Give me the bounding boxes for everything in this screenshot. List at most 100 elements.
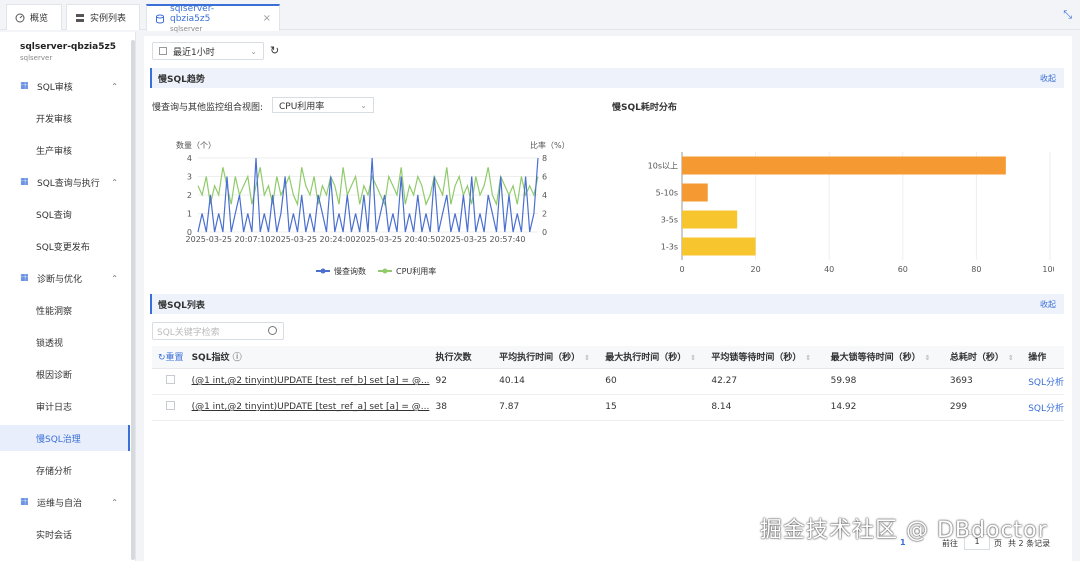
y-right-tick-label: 2 [542,210,547,219]
x-tick-label: 2025-03-25 20:57:40 [441,235,526,244]
tab-instance-detail[interactable]: sqlserver-qbzia5z5 sqlserver × [146,3,280,33]
sidebar-item-audit-log[interactable]: 审计日志 [36,400,72,413]
y-right-tick-label: 6 [542,173,547,182]
sidebar-item-prod-audit[interactable]: 生产审核 [36,144,72,157]
sql-analyze-link[interactable]: SQL分析 [1028,404,1064,414]
top-tab-bar: 概览 实例列表 sqlserver-qbzia5z5 sqlserver × ⤡ [0,0,1080,33]
duration-distribution-chart: 0 20 40 60 80 100 10s以上 5-10s 3-5s 1-3s [648,152,1054,274]
section-title: 慢SQL列表 [158,300,205,311]
watermark-text: 掘金技术社区 @ DBdoctor [760,518,1048,543]
total-time: 299 [943,394,1023,421]
section-title: 慢SQL趋势 [158,74,205,85]
help-icon[interactable]: ⓘ [233,353,242,363]
col-max-lock[interactable]: 最大锁等待时间（秒） ⇕ [824,346,944,369]
combo-view-label: 慢查询与其他监控组合视图: [152,103,264,113]
sidebar-item-live-session[interactable]: 实时会话 [36,528,72,541]
combo-metric-select[interactable]: CPU利用率 ⌄ [272,97,374,113]
close-icon[interactable]: × [263,13,271,24]
col-sql-fingerprint: SQL指纹 ⓘ [185,346,430,369]
col-avg-lock[interactable]: 平均锁等待时间（秒） ⇕ [705,346,825,369]
sql-analyze-link[interactable]: SQL分析 [1028,378,1064,388]
server-list-icon [75,13,85,23]
col-exec-count[interactable]: 执行次数 [429,346,494,369]
grid-icon: ▦ [20,272,29,283]
sidebar-group-sql-audit[interactable]: ▦ SQL审核 ⌃ [20,79,124,93]
col-max-exec[interactable]: 最大执行时间（秒） ⇕ [599,346,706,369]
slow-sql-trend-header: 慢SQL趋势 收起 [150,68,1064,88]
sidebar-item-sql-query[interactable]: SQL查询 [36,208,72,221]
sql-search-input[interactable]: SQL关键字检索 [152,322,284,340]
y-tick-label: 3 [187,173,192,182]
chevron-up-icon: ⌃ [111,273,118,283]
sidebar-item-dev-audit[interactable]: 开发审核 [36,112,72,125]
row-checkbox[interactable] [166,375,175,384]
dashboard-icon [15,13,25,23]
sidebar-scrollbar[interactable] [131,40,135,560]
sidebar-instance-title: sqlserver-qbzia5z5 [20,42,116,52]
sidebar-item-lock-view[interactable]: 锁透视 [36,336,63,349]
x-tick-label: 20 [751,265,761,274]
col-label: 最大执行时间（秒） [605,353,687,364]
tab-instance-list-label: 实例列表 [90,14,127,24]
sql-fingerprint[interactable]: (@1 int,@2 tinyint)UPDATE [test_ref_a] s… [192,402,430,412]
x-tick-label: 40 [824,265,834,274]
search-placeholder: SQL关键字检索 [157,327,220,338]
database-icon [155,14,165,24]
right-axis-title: 比率（%） [530,140,570,150]
sidebar-group-diagnose[interactable]: ▦ 诊断与优化 ⌃ [20,271,124,285]
y-right-tick-label: 4 [542,191,547,200]
category-label: 10s以上 [648,162,678,171]
sidebar-group-sql-query-exec[interactable]: ▦ SQL查询与执行 ⌃ [20,175,124,189]
max-exec-time: 60 [599,368,706,395]
tab-instance-detail-sub: sqlserver [170,24,203,33]
sort-icon[interactable]: ⇕ [690,354,696,362]
x-tick-label: 60 [898,265,908,274]
combo-metric-value: CPU利用率 [279,101,325,112]
sort-icon[interactable]: ⇕ [925,354,931,362]
sidebar-group-ops[interactable]: ▦ 运维与自治 ⌃ [20,495,124,509]
left-axis-title: 数量（个） [176,140,216,150]
chevron-up-icon: ⌃ [111,177,118,187]
max-exec-time: 15 [599,394,706,421]
time-range-value: 最近1小时 [173,47,215,58]
sidebar-item-slow-sql[interactable]: 慢SQL治理 [36,432,81,445]
table-header-row: ↻重置 SQL指纹 ⓘ 执行次数 平均执行时间（秒） ⇕ 最大执行时间（秒） ⇕ 平… [152,346,1064,369]
category-label: 5-10s [656,189,678,198]
collapse-link[interactable]: 收起 [1040,73,1056,84]
row-checkbox[interactable] [166,401,175,410]
collapse-link[interactable]: 收起 [1040,299,1056,310]
y-tick-label: 1 [187,210,192,219]
x-tick-label: 0 [679,265,684,274]
reset-button[interactable]: ↻重置 [152,346,186,369]
sql-fingerprint[interactable]: (@1 int,@2 tinyint)UPDATE [test_ref_b] s… [192,376,430,386]
chevron-down-icon: ⌄ [250,46,257,56]
refresh-icon[interactable]: ↻ [270,44,279,57]
legend-label-cpu: CPU利用率 [396,266,436,276]
sidebar-item-storage[interactable]: 存储分析 [36,464,72,477]
sidebar-instance-subtitle: sqlserver [20,54,53,62]
col-total[interactable]: 总耗时（秒） ⇕ [943,346,1023,369]
sort-icon[interactable]: ⇕ [805,354,811,362]
fullscreen-icon[interactable]: ⤡ [1063,8,1072,22]
search-icon [268,326,277,335]
sidebar-group-label: 诊断与优化 [37,274,83,285]
bar [682,237,756,256]
sidebar-group-label: 运维与自治 [37,498,83,509]
chevron-down-icon: ⌄ [360,100,367,110]
time-range-picker[interactable]: 最近1小时 ⌄ [152,42,264,60]
tab-instance-list[interactable]: 实例列表 [66,4,140,30]
col-action: 操作 [1022,346,1064,369]
sort-icon[interactable]: ⇕ [1008,354,1014,362]
tab-instance-detail-label: sqlserver-qbzia5z5 [170,3,215,24]
tab-overview[interactable]: 概览 [6,4,62,30]
sort-icon[interactable]: ⇕ [584,354,590,362]
x-tick-label: 80 [971,265,981,274]
col-avg-exec[interactable]: 平均执行时间（秒） ⇕ [493,346,600,369]
sidebar-item-root-cause[interactable]: 根因诊断 [36,368,72,381]
sidebar-item-sql-change[interactable]: SQL变更发布 [36,240,90,253]
category-label: 1-3s [661,243,678,252]
x-tick-label: 2025-03-25 20:40:50 [356,235,441,244]
col-label: 总耗时（秒） [949,353,1004,364]
sidebar-item-perf-insight[interactable]: 性能洞察 [36,304,72,317]
exec-count: 38 [429,394,494,421]
